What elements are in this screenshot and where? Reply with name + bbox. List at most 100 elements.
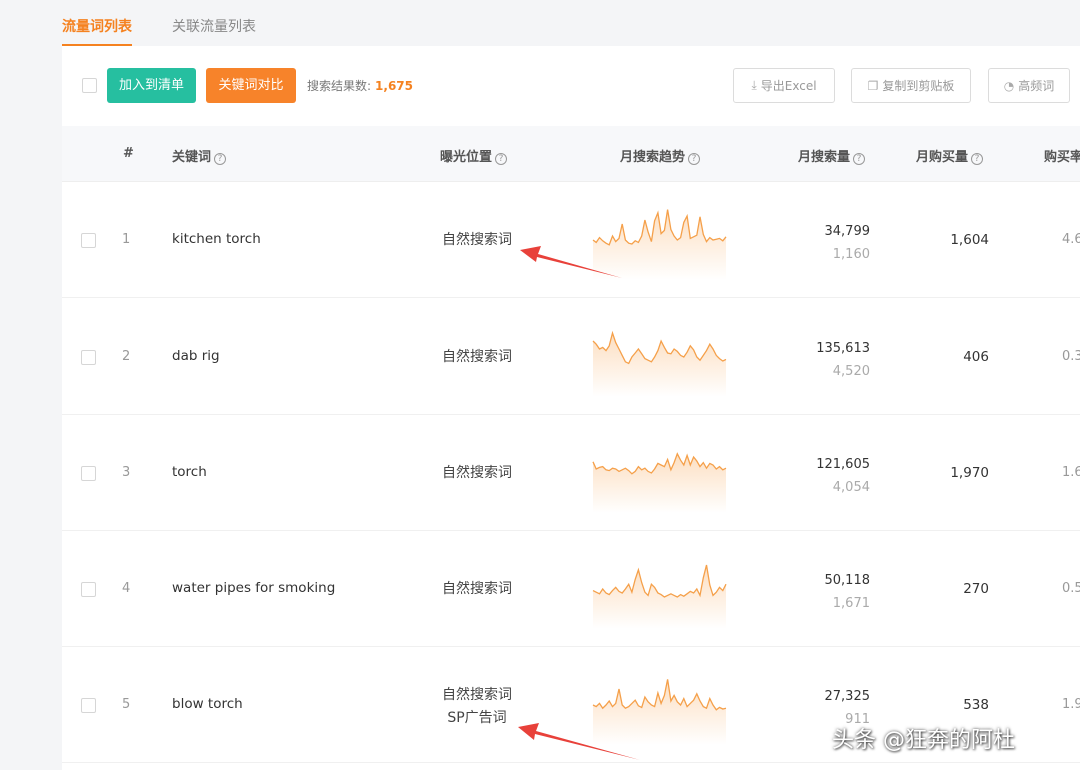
monthly-search-sub: 1,671 <box>832 596 870 611</box>
col-monthly-purchase-label: 月购买量 <box>916 150 969 165</box>
monthly-search-sub: 4,054 <box>832 480 870 495</box>
purchase-rate-value: 4.6 <box>1062 232 1080 247</box>
monthly-search-sub: 1,160 <box>832 247 870 262</box>
search-trend-sparkline[interactable] <box>592 433 727 513</box>
row-checkbox[interactable] <box>81 233 96 248</box>
monthly-search-value: 135,613 <box>816 341 870 356</box>
monthly-search-value: 50,118 <box>824 573 871 588</box>
pie-chart-icon: ◔ <box>1003 78 1015 93</box>
keyword-table-panel: 加入到清单 关键词对比 搜索结果数: 1,675 ⤓ 导出Excel ❐ 复制到剪… <box>62 46 1080 770</box>
row-index: 5 <box>122 697 131 712</box>
monthly-purchase-value: 406 <box>963 349 989 365</box>
monthly-purchase-value: 1,604 <box>950 232 989 248</box>
monthly-search-sub: 4,520 <box>832 364 870 379</box>
tab-related-traffic[interactable]: 关联流量列表 <box>172 0 256 46</box>
high-frequency-label: 高频词 <box>1018 79 1055 93</box>
col-exposure-label: 曝光位置 <box>440 150 493 165</box>
table-row[interactable]: 1 kitchen torch 自然搜索词 34,799 1,160 1,604 4.6 <box>62 182 1080 298</box>
exposure-position: SP广告词 <box>447 710 507 726</box>
search-result-count: 搜索结果数: 1,675 <box>307 77 413 94</box>
keyword-text[interactable]: kitchen torch <box>172 231 261 247</box>
export-excel-label: 导出Excel <box>760 79 817 93</box>
exposure-cell: 自然搜索词 <box>422 462 532 485</box>
exposure-position: 自然搜索词 <box>442 465 512 481</box>
col-keyword[interactable]: 关键词? <box>172 146 227 165</box>
help-icon[interactable]: ? <box>495 153 508 165</box>
exposure-cell: 自然搜索词 <box>422 346 532 369</box>
row-index: 1 <box>122 232 131 247</box>
trend-area <box>593 565 726 629</box>
table-row[interactable]: 4 water pipes for smoking 自然搜索词 50,118 1,671… <box>62 531 1080 647</box>
exposure-position: 自然搜索词 <box>442 349 512 365</box>
copy-clipboard-button[interactable]: ❐ 复制到剪贴板 <box>851 68 971 103</box>
download-icon: ⤓ <box>751 78 757 92</box>
tab-bar: 流量词列表 关联流量列表 <box>62 0 1080 46</box>
add-to-list-button[interactable]: 加入到清单 <box>107 68 196 103</box>
monthly-purchase-value: 270 <box>963 581 989 597</box>
trend-area <box>593 453 726 513</box>
col-monthly-search[interactable]: 月搜索量? <box>798 146 866 165</box>
monthly-search-cell: 50,118 1,671 <box>825 569 871 615</box>
toolbar: 加入到清单 关键词对比 搜索结果数: 1,675 ⤓ 导出Excel ❐ 复制到剪… <box>62 46 1080 126</box>
table-row[interactable]: 2 dab rig 自然搜索词 135,613 4,520 406 0.3 <box>62 299 1080 415</box>
col-trend-label: 月搜索趋势 <box>620 150 686 165</box>
exposure-cell: 自然搜索词 <box>422 229 532 252</box>
exposure-position: 自然搜索词 <box>442 687 512 703</box>
high-frequency-button[interactable]: ◔ 高频词 <box>988 68 1070 103</box>
col-keyword-label: 关键词 <box>172 150 212 165</box>
keyword-text[interactable]: water pipes for smoking <box>172 580 335 596</box>
monthly-search-value: 34,799 <box>824 224 871 239</box>
help-icon[interactable]: ? <box>971 153 984 165</box>
keyword-text[interactable]: torch <box>172 464 207 480</box>
col-monthly-purchase[interactable]: 月购买量? <box>916 146 984 165</box>
search-trend-sparkline[interactable] <box>592 549 727 629</box>
export-excel-button[interactable]: ⤓ 导出Excel <box>733 68 835 103</box>
watermark: 头条 @狂奔的阿杜 <box>832 728 1015 753</box>
search-trend-sparkline[interactable] <box>592 665 727 745</box>
help-icon[interactable]: ? <box>214 153 227 165</box>
tab-traffic-keywords[interactable]: 流量词列表 <box>62 0 132 46</box>
monthly-search-cell: 121,605 4,054 <box>816 453 870 499</box>
exposure-position: 自然搜索词 <box>442 581 512 597</box>
result-label: 搜索结果数: <box>307 79 372 93</box>
col-purchase-rate[interactable]: 购买率 <box>1044 146 1080 165</box>
table-header: # 关键词? 曝光位置? 月搜索趋势? 月搜索量? 月购买量? 购买率 <box>62 126 1080 182</box>
exposure-cell: 自然搜索词 <box>422 578 532 601</box>
copy-icon: ❐ <box>867 78 879 93</box>
col-trend[interactable]: 月搜索趋势? <box>620 146 701 165</box>
copy-clipboard-label: 复制到剪贴板 <box>882 79 955 93</box>
monthly-search-cell: 34,799 1,160 <box>825 220 871 266</box>
result-count-value: 1,675 <box>375 79 414 93</box>
purchase-rate-value: 1.9 <box>1062 697 1080 712</box>
search-trend-sparkline[interactable] <box>592 200 727 280</box>
monthly-purchase-value: 538 <box>963 697 989 713</box>
keyword-text[interactable]: dab rig <box>172 348 220 364</box>
row-checkbox[interactable] <box>81 466 96 481</box>
compare-keywords-button[interactable]: 关键词对比 <box>206 68 296 103</box>
purchase-rate-value: 0.3 <box>1062 349 1080 364</box>
row-index: 2 <box>122 349 131 364</box>
col-monthly-search-label: 月搜索量 <box>798 150 851 165</box>
purchase-rate-value: 1.6 <box>1062 465 1080 480</box>
row-index: 4 <box>122 581 131 596</box>
row-checkbox[interactable] <box>81 698 96 713</box>
row-index: 3 <box>122 465 131 480</box>
help-icon[interactable]: ? <box>853 153 866 165</box>
monthly-search-value: 27,325 <box>824 689 871 704</box>
exposure-position: 自然搜索词 <box>442 232 512 248</box>
monthly-purchase-value: 1,970 <box>950 465 989 481</box>
trend-area <box>593 679 726 745</box>
exposure-cell: 自然搜索词 SP广告词 <box>422 684 532 730</box>
keyword-text[interactable]: blow torch <box>172 696 243 712</box>
purchase-rate-value: 0.5 <box>1062 581 1080 596</box>
row-checkbox[interactable] <box>81 582 96 597</box>
select-all-checkbox[interactable] <box>82 78 97 93</box>
search-trend-sparkline[interactable] <box>592 317 727 397</box>
help-icon[interactable]: ? <box>688 153 701 165</box>
row-checkbox[interactable] <box>81 350 96 365</box>
trend-area <box>593 333 726 397</box>
col-exposure[interactable]: 曝光位置? <box>440 146 508 165</box>
monthly-search-value: 121,605 <box>816 457 870 472</box>
monthly-search-cell: 135,613 4,520 <box>816 337 870 383</box>
table-row[interactable]: 3 torch 自然搜索词 121,605 4,054 1,970 1.6 <box>62 415 1080 531</box>
